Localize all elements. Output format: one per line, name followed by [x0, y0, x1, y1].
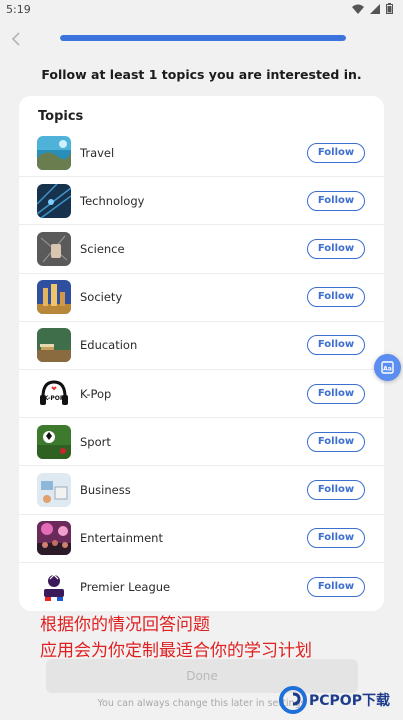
topic-name: Premier League	[80, 579, 171, 594]
follow-button-business[interactable]: Follow	[307, 479, 365, 500]
topic-name: Education	[80, 338, 138, 353]
technology-thumbnail	[37, 183, 71, 218]
topics-card: Topics Travel Follow Technology Follow S…	[19, 96, 384, 611]
wifi-icon	[352, 4, 364, 14]
topic-row-premier-league: Premier League Follow	[19, 563, 384, 611]
topic-row-technology: Technology Follow	[19, 177, 384, 226]
translate-icon: Aa	[381, 361, 394, 374]
topic-row-education: Education Follow	[19, 322, 384, 370]
entertainment-thumbnail	[37, 521, 71, 556]
signal-icon	[370, 3, 380, 14]
follow-button-sport[interactable]: Follow	[307, 431, 365, 452]
follow-button-entertainment[interactable]: Follow	[307, 528, 365, 549]
card-title: Topics	[38, 109, 84, 124]
business-thumbnail	[37, 472, 71, 507]
overlay-caption-line1: 根据你的情况回答问题	[40, 615, 210, 635]
svg-text:Aa: Aa	[383, 366, 392, 373]
topic-name: Travel	[80, 145, 115, 160]
topic-name: Science	[80, 241, 125, 256]
follow-button-travel[interactable]: Follow	[307, 142, 365, 163]
travel-thumbnail	[37, 135, 71, 170]
topic-row-entertainment: Entertainment Follow	[19, 515, 384, 563]
watermark: PCPOP下载	[279, 684, 399, 716]
topic-row-kpop: K-POP K-Pop Follow	[19, 370, 384, 419]
translate-float-button[interactable]: Aa	[374, 354, 401, 381]
follow-button-premier-league[interactable]: Follow	[307, 576, 365, 597]
follow-button-technology[interactable]: Follow	[307, 190, 365, 211]
topic-row-science: Science Follow	[19, 225, 384, 274]
topic-row-travel: Travel Follow	[19, 129, 384, 178]
topic-name: Entertainment	[80, 531, 163, 546]
pcpop-logo-icon	[279, 686, 307, 714]
kpop-thumbnail: K-POP	[37, 376, 71, 411]
topic-name: Technology	[80, 193, 145, 208]
progress-bar	[60, 35, 346, 41]
overlay-caption-line2: 应用会为你定制最适合你的学习计划	[40, 641, 312, 661]
chevron-left-icon	[11, 32, 20, 46]
society-thumbnail	[37, 280, 71, 315]
premier-league-thumbnail	[37, 569, 71, 604]
page-prompt: Follow at least 1 topics you are interes…	[41, 67, 362, 82]
status-icons	[352, 3, 393, 14]
topic-name: Business	[80, 482, 131, 497]
watermark-text: PCPOP下载	[309, 693, 390, 709]
sport-thumbnail	[37, 424, 71, 459]
back-button[interactable]	[6, 28, 26, 50]
progress-fill	[60, 35, 346, 41]
battery-icon	[386, 3, 393, 14]
topic-row-business: Business Follow	[19, 466, 384, 515]
education-thumbnail	[37, 328, 71, 363]
topic-name: K-Pop	[80, 386, 112, 401]
topic-name: Sport	[80, 434, 111, 449]
topic-name: Society	[80, 290, 123, 305]
status-bar: 5:19	[0, 0, 403, 18]
topic-list: Travel Follow Technology Follow Science …	[19, 129, 384, 611]
follow-button-science[interactable]: Follow	[307, 238, 365, 259]
science-thumbnail	[37, 231, 71, 266]
follow-button-kpop[interactable]: Follow	[307, 383, 365, 404]
topic-row-sport: Sport Follow	[19, 418, 384, 467]
svg-text:K-POP: K-POP	[44, 395, 65, 402]
follow-button-society[interactable]: Follow	[307, 287, 365, 308]
status-time: 5:19	[6, 3, 31, 16]
follow-button-education[interactable]: Follow	[307, 335, 365, 356]
topic-row-society: Society Follow	[19, 274, 384, 322]
